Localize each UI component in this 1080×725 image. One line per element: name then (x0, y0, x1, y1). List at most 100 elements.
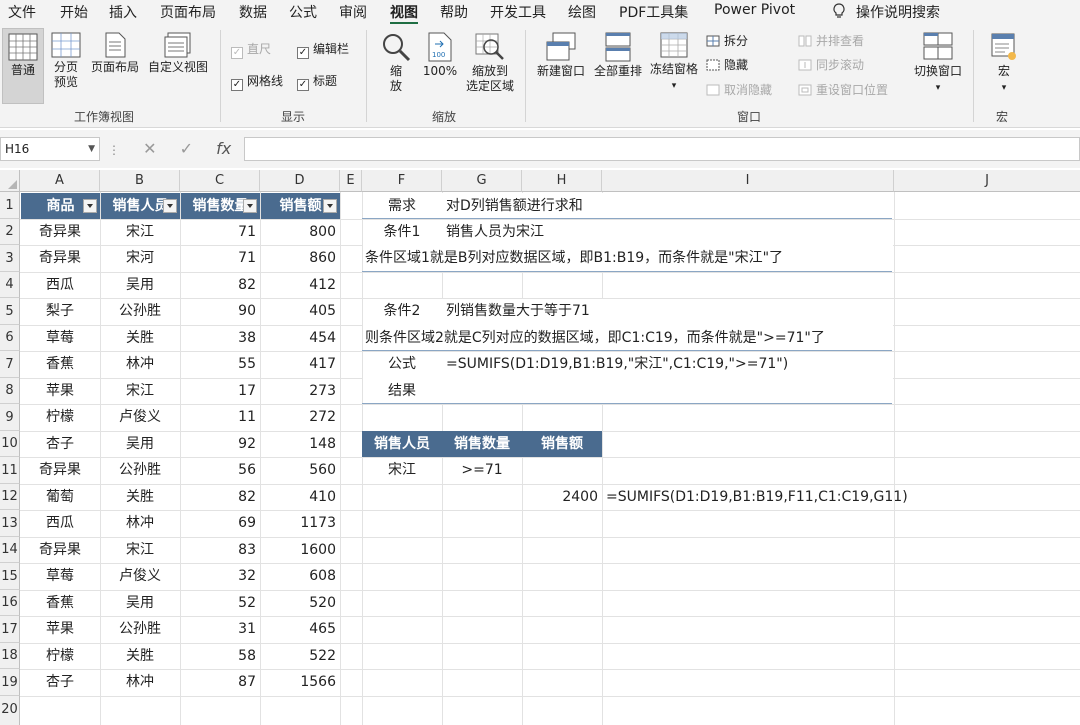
table-cell[interactable]: 关胜 (100, 643, 180, 669)
column-header-i[interactable]: I (602, 170, 894, 192)
table-cell[interactable]: 关胜 (100, 325, 180, 351)
ruler-checkbox[interactable]: ✓ 直尺 (231, 40, 271, 59)
condition2-explanation[interactable]: 则条件区域2就是C列对应的数据区域，即C1:C19，而条件就是">=71"了 (365, 325, 885, 351)
zoom-to-selection-button[interactable]: 缩放到 选定区域 (462, 32, 518, 94)
table-header-product[interactable]: 商品 (21, 193, 100, 219)
criteria-person[interactable]: 宋江 (362, 457, 442, 483)
table-cell[interactable]: 17 (180, 378, 260, 404)
criteria-quantity[interactable]: >=71 (442, 457, 522, 483)
reset-window-position-button[interactable]: 重设窗口位置 (798, 81, 888, 99)
table-cell[interactable]: 西瓜 (20, 510, 100, 536)
new-window-button[interactable]: 新建窗口 (535, 32, 587, 79)
table-cell[interactable]: 71 (180, 245, 260, 271)
row-header[interactable]: 6 (0, 325, 20, 351)
table-cell[interactable]: 273 (260, 378, 340, 404)
table-cell[interactable]: 宋江 (100, 378, 180, 404)
row-header[interactable]: 9 (0, 404, 20, 431)
table-cell[interactable]: 卢俊义 (100, 563, 180, 589)
table-cell[interactable]: 西瓜 (20, 272, 100, 298)
gridlines-checkbox[interactable]: ✓ 网格线 (231, 72, 283, 91)
filter-dropdown-icon[interactable] (83, 199, 97, 213)
tell-me-search[interactable]: 操作说明搜索 (832, 2, 940, 22)
table-cell[interactable]: 82 (180, 484, 260, 510)
view-side-by-side-button[interactable]: 并排查看 (798, 32, 864, 50)
menu-formulas[interactable]: 公式 (289, 2, 317, 22)
menu-power-pivot[interactable]: Power Pivot (714, 2, 795, 18)
table-header-salesperson[interactable]: 销售人员 (101, 193, 180, 219)
row-header[interactable]: 2 (0, 219, 20, 245)
row-header[interactable]: 18 (0, 643, 20, 669)
table-cell[interactable]: 608 (260, 563, 340, 589)
table-cell[interactable]: 32 (180, 563, 260, 589)
condition2-text[interactable]: 列销售数量大于等于71 (442, 298, 742, 324)
table-cell[interactable]: 卢俊义 (100, 404, 180, 430)
switch-windows-button[interactable]: 切换窗口 ▾ (906, 32, 970, 96)
hide-button[interactable]: 隐藏 (706, 56, 748, 74)
filter-dropdown-icon[interactable] (323, 199, 337, 213)
row-header[interactable]: 5 (0, 298, 20, 325)
table-cell[interactable]: 1566 (260, 669, 340, 695)
table-cell[interactable]: 吴用 (100, 272, 180, 298)
need-text[interactable]: 对D列销售额进行求和 (442, 193, 742, 219)
table-cell[interactable]: 香蕉 (20, 351, 100, 377)
table-cell[interactable]: 葡萄 (20, 484, 100, 510)
table-cell[interactable]: 林冲 (100, 351, 180, 377)
table-cell[interactable]: 860 (260, 245, 340, 271)
column-header-a[interactable]: A (20, 170, 100, 192)
table-cell[interactable]: 272 (260, 404, 340, 430)
table-cell[interactable]: 417 (260, 351, 340, 377)
formula-input[interactable] (244, 137, 1080, 161)
table-cell[interactable]: 吴用 (100, 590, 180, 616)
table-header-quantity[interactable]: 销售数量 (181, 193, 260, 219)
result-label[interactable]: 结果 (362, 378, 442, 404)
formula-label[interactable]: 公式 (362, 351, 442, 377)
table-cell[interactable]: 92 (180, 431, 260, 457)
table-cell[interactable]: 520 (260, 590, 340, 616)
table-cell[interactable]: 1600 (260, 537, 340, 563)
criteria-header-amount[interactable]: 销售额 (522, 431, 602, 457)
condition1-label[interactable]: 条件1 (362, 219, 442, 245)
formula-text[interactable]: =SUMIFS(D1:D19,B1:B19,"宋江",C1:C19,">=71"… (442, 351, 892, 377)
table-cell[interactable]: 苹果 (20, 616, 100, 642)
table-cell[interactable]: 苹果 (20, 378, 100, 404)
table-cell[interactable]: 宋江 (100, 219, 180, 245)
row-header[interactable]: 7 (0, 351, 20, 378)
table-cell[interactable]: 38 (180, 325, 260, 351)
table-cell[interactable]: 83 (180, 537, 260, 563)
table-cell[interactable]: 宋江 (100, 537, 180, 563)
name-box[interactable]: H16 ▼ (0, 137, 100, 161)
freeze-panes-button[interactable]: 冻结窗格 ▾ (648, 32, 700, 94)
column-header-j[interactable]: J (894, 170, 1080, 192)
row-header[interactable]: 19 (0, 669, 20, 696)
row-header[interactable]: 15 (0, 563, 20, 590)
column-header-f[interactable]: F (362, 170, 442, 192)
column-header-d[interactable]: D (260, 170, 340, 192)
menu-data[interactable]: 数据 (239, 2, 267, 22)
menu-page-layout[interactable]: 页面布局 (160, 2, 216, 22)
criteria-header-salesperson[interactable]: 销售人员 (362, 431, 442, 457)
table-cell[interactable]: 草莓 (20, 563, 100, 589)
zoom-button[interactable]: 缩放 (378, 32, 414, 94)
sync-scroll-button[interactable]: 同步滚动 (798, 56, 864, 74)
insert-function-icon[interactable]: fx (216, 139, 231, 158)
table-cell[interactable]: 香蕉 (20, 590, 100, 616)
table-cell[interactable]: 1173 (260, 510, 340, 536)
row-header[interactable]: 14 (0, 537, 20, 563)
table-cell[interactable]: 410 (260, 484, 340, 510)
column-header-c[interactable]: C (180, 170, 260, 192)
normal-view-button[interactable]: 普通 (2, 28, 44, 104)
filter-dropdown-icon[interactable] (163, 199, 177, 213)
row-header[interactable]: 17 (0, 616, 20, 643)
column-header-b[interactable]: B (100, 170, 180, 192)
need-label[interactable]: 需求 (362, 193, 442, 219)
arrange-all-button[interactable]: 全部重排 (592, 32, 644, 79)
chevron-down-icon[interactable]: ▼ (88, 138, 95, 160)
table-cell[interactable]: 31 (180, 616, 260, 642)
table-cell[interactable]: 58 (180, 643, 260, 669)
cancel-icon[interactable]: ✕ (143, 139, 156, 158)
table-cell[interactable]: 柠檬 (20, 643, 100, 669)
custom-views-button[interactable]: 自定义视图 (145, 32, 211, 75)
column-header-e[interactable]: E (340, 170, 362, 192)
row-header[interactable]: 3 (0, 245, 20, 272)
table-cell[interactable]: 90 (180, 298, 260, 324)
